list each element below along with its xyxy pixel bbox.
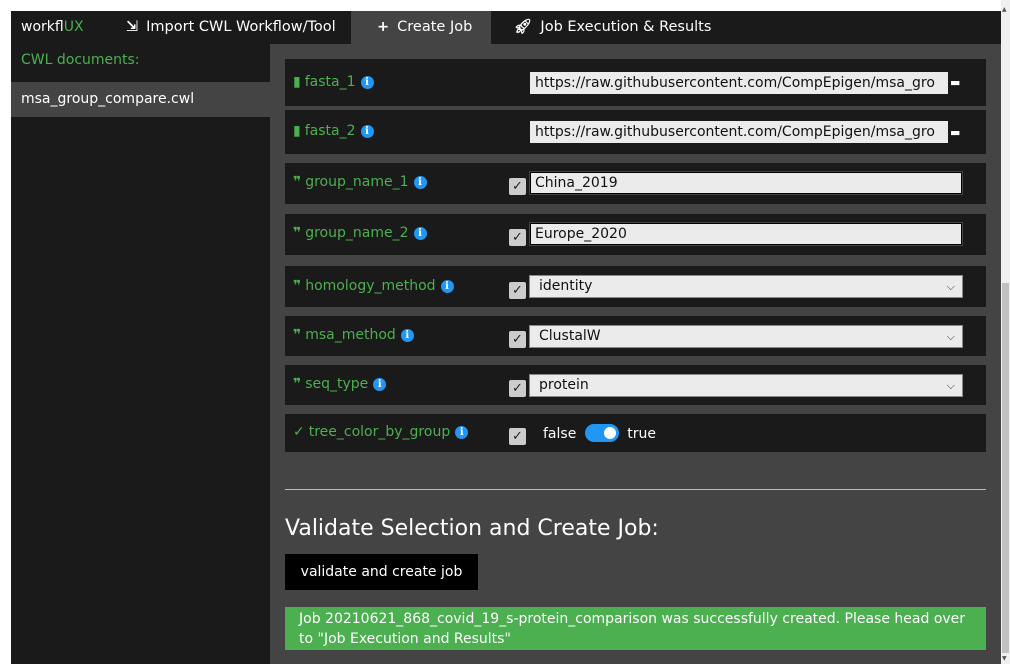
param-label: ▮ fasta_2 i bbox=[293, 123, 374, 139]
chevron-down-icon: ⌵ bbox=[946, 379, 955, 392]
include-checkbox[interactable]: ✓ bbox=[509, 428, 526, 445]
quote-icon: ❞ bbox=[293, 376, 302, 392]
tab-import[interactable]: ⇲ Import CWL Workflow/Tool bbox=[116, 11, 344, 44]
param-label: ❞ seq_type i bbox=[293, 376, 387, 392]
toggle-true-label: true bbox=[627, 426, 656, 442]
scroll-up-icon[interactable]: ▲ bbox=[1002, 6, 1007, 13]
param-row-homology-method: ❞ homology_method i ✓ identity ⌵ bbox=[285, 266, 986, 307]
info-icon[interactable]: i bbox=[455, 426, 469, 439]
param-row-fasta-1: ▮ fasta_1 i https://raw.githubusercontent.… bbox=[285, 59, 986, 106]
import-icon: ⇲ bbox=[126, 19, 139, 35]
param-label: ▮ fasta_1 i bbox=[293, 74, 374, 90]
job-form: ▮ fasta_1 i https://raw.githubusercontent.… bbox=[270, 44, 1001, 664]
sidebar-item-msa-group-compare[interactable]: msa_group_compare.cwl bbox=[11, 82, 270, 117]
quote-icon: ❞ bbox=[293, 225, 302, 241]
quote-icon: ❞ bbox=[293, 327, 302, 343]
include-checkbox[interactable]: ✓ bbox=[509, 178, 526, 195]
info-icon[interactable]: i bbox=[400, 329, 414, 342]
toggle-switch[interactable] bbox=[584, 424, 619, 442]
param-row-fasta-2: ▮ fasta_2 i https://raw.githubusercontent.… bbox=[285, 110, 986, 154]
param-label: ❞ msa_method i bbox=[293, 327, 414, 343]
chevron-down-icon: ⌵ bbox=[946, 330, 955, 343]
info-icon[interactable]: i bbox=[413, 227, 427, 240]
info-icon[interactable]: i bbox=[360, 125, 374, 138]
sidebar: CWL documents: msa_group_compare.cwl bbox=[11, 44, 270, 664]
info-icon[interactable]: i bbox=[440, 280, 454, 293]
param-label: ❞ group_name_2 i bbox=[293, 225, 427, 241]
tab-job-execution[interactable]: 🚀︎ Job Execution & Results bbox=[514, 11, 744, 44]
info-icon[interactable]: i bbox=[413, 176, 427, 189]
chevron-down-icon: ⌵ bbox=[946, 280, 955, 293]
param-row-group-name-2: ❞ group_name_2 i ✓ Europe_2020 bbox=[285, 214, 986, 255]
toggle-knob bbox=[603, 427, 616, 439]
seq-type-select[interactable]: protein ⌵ bbox=[529, 374, 963, 397]
file-path-input[interactable]: https://raw.githubusercontent.com/CompEp… bbox=[529, 120, 949, 144]
include-checkbox[interactable]: ✓ bbox=[509, 229, 526, 246]
quote-icon: ❞ bbox=[293, 278, 302, 294]
param-row-seq-type: ❞ seq_type i ✓ protein ⌵ bbox=[285, 365, 986, 405]
check-icon: ✓ bbox=[293, 424, 305, 440]
sidebar-heading: CWL documents: bbox=[21, 52, 140, 68]
param-label: ❞ group_name_1 i bbox=[293, 174, 427, 190]
validate-and-create-job-button[interactable]: validate and create job bbox=[285, 554, 478, 590]
folder-icon[interactable]: ▬ bbox=[950, 77, 963, 88]
info-icon[interactable]: i bbox=[360, 76, 374, 89]
text-input[interactable]: China_2019 bbox=[529, 171, 963, 195]
param-label: ❞ homology_method i bbox=[293, 278, 454, 294]
param-row-msa-method: ❞ msa_method i ✓ ClustalW ⌵ bbox=[285, 316, 986, 356]
success-message: Job 20210621_868_covid_19_s-protein_comp… bbox=[285, 607, 986, 650]
file-icon: ▮ bbox=[293, 123, 301, 139]
brand-logo[interactable]: workflUX bbox=[21, 11, 84, 44]
boolean-toggle: false true bbox=[543, 424, 656, 442]
quote-icon: ❞ bbox=[293, 174, 302, 190]
info-icon[interactable]: i bbox=[373, 378, 387, 391]
param-label: ✓ tree_color_by_group i bbox=[293, 424, 469, 440]
toggle-false-label: false bbox=[543, 426, 577, 442]
homology-method-select[interactable]: identity ⌵ bbox=[529, 275, 963, 298]
folder-icon[interactable]: ▬ bbox=[950, 127, 963, 138]
file-path-input[interactable]: https://raw.githubusercontent.com/CompEp… bbox=[529, 71, 949, 95]
include-checkbox[interactable]: ✓ bbox=[509, 380, 526, 397]
include-checkbox[interactable]: ✓ bbox=[509, 331, 526, 348]
page-scrollbar[interactable]: ▲ ▼ bbox=[1001, 0, 1010, 664]
param-row-tree-color-by-group: ✓ tree_color_by_group i ✓ false true bbox=[285, 414, 986, 452]
tab-create-job[interactable]: + Create Job bbox=[351, 11, 491, 44]
scroll-down-icon[interactable]: ▼ bbox=[1002, 655, 1007, 662]
rocket-icon: 🚀︎ bbox=[514, 19, 533, 35]
text-input[interactable]: Europe_2020 bbox=[529, 222, 963, 246]
plus-icon: + bbox=[377, 19, 390, 35]
divider bbox=[285, 489, 986, 490]
top-navbar: workflUX ⇲ Import CWL Workflow/Tool + Crea… bbox=[11, 11, 1001, 44]
file-icon: ▮ bbox=[293, 74, 301, 90]
include-checkbox[interactable]: ✓ bbox=[509, 282, 526, 299]
app-window: workflUX ⇲ Import CWL Workflow/Tool + Crea… bbox=[11, 11, 1001, 664]
validate-section-title: Validate Selection and Create Job: bbox=[285, 516, 659, 541]
msa-method-select[interactable]: ClustalW ⌵ bbox=[529, 325, 963, 348]
scrollbar-thumb[interactable] bbox=[1002, 283, 1009, 653]
param-row-group-name-1: ❞ group_name_1 i ✓ China_2019 bbox=[285, 163, 986, 204]
